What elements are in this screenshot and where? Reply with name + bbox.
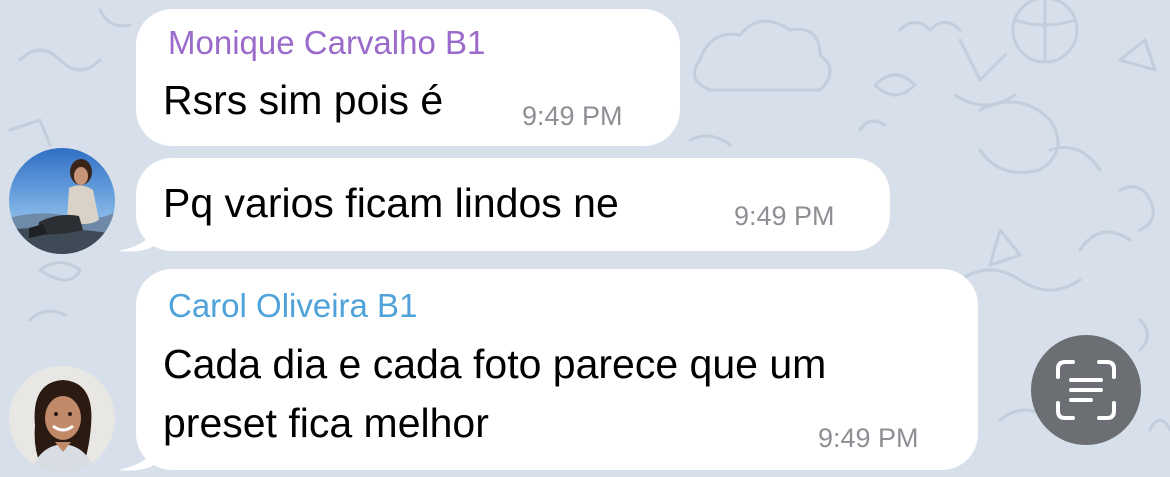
chat-view: Monique Carvalho B1 Rsrs sim pois é 9:49… xyxy=(0,0,1170,477)
message-bubble[interactable]: Pq varios ficam lindos ne 9:49 PM xyxy=(136,158,890,251)
message-timestamp: 9:49 PM xyxy=(734,201,835,231)
sender-name[interactable]: Carol Oliveira B1 xyxy=(168,286,417,326)
message-timestamp: 9:49 PM xyxy=(522,101,623,131)
message-text: Rsrs sim pois é xyxy=(163,77,444,123)
bubble-tail xyxy=(118,432,158,471)
message-bubble[interactable]: Monique Carvalho B1 Rsrs sim pois é 9:49… xyxy=(136,9,680,146)
message-timestamp: 9:49 PM xyxy=(818,423,919,453)
live-text-button[interactable] xyxy=(1031,335,1141,445)
avatar[interactable] xyxy=(9,366,115,472)
message-text: Pq varios ficam lindos ne xyxy=(163,180,619,226)
avatar-photo xyxy=(9,366,115,472)
message-bubble[interactable]: Carol Oliveira B1 Cada dia e cada foto p… xyxy=(136,269,978,470)
avatar[interactable] xyxy=(9,148,115,254)
message-text: Cada dia e cada foto parece que um xyxy=(163,341,827,387)
avatar-photo xyxy=(9,148,115,254)
bubble-tail xyxy=(118,213,158,252)
sender-name[interactable]: Monique Carvalho B1 xyxy=(168,23,485,63)
live-text-scan-icon xyxy=(1056,360,1116,420)
message-text: preset fica melhor xyxy=(163,400,489,446)
